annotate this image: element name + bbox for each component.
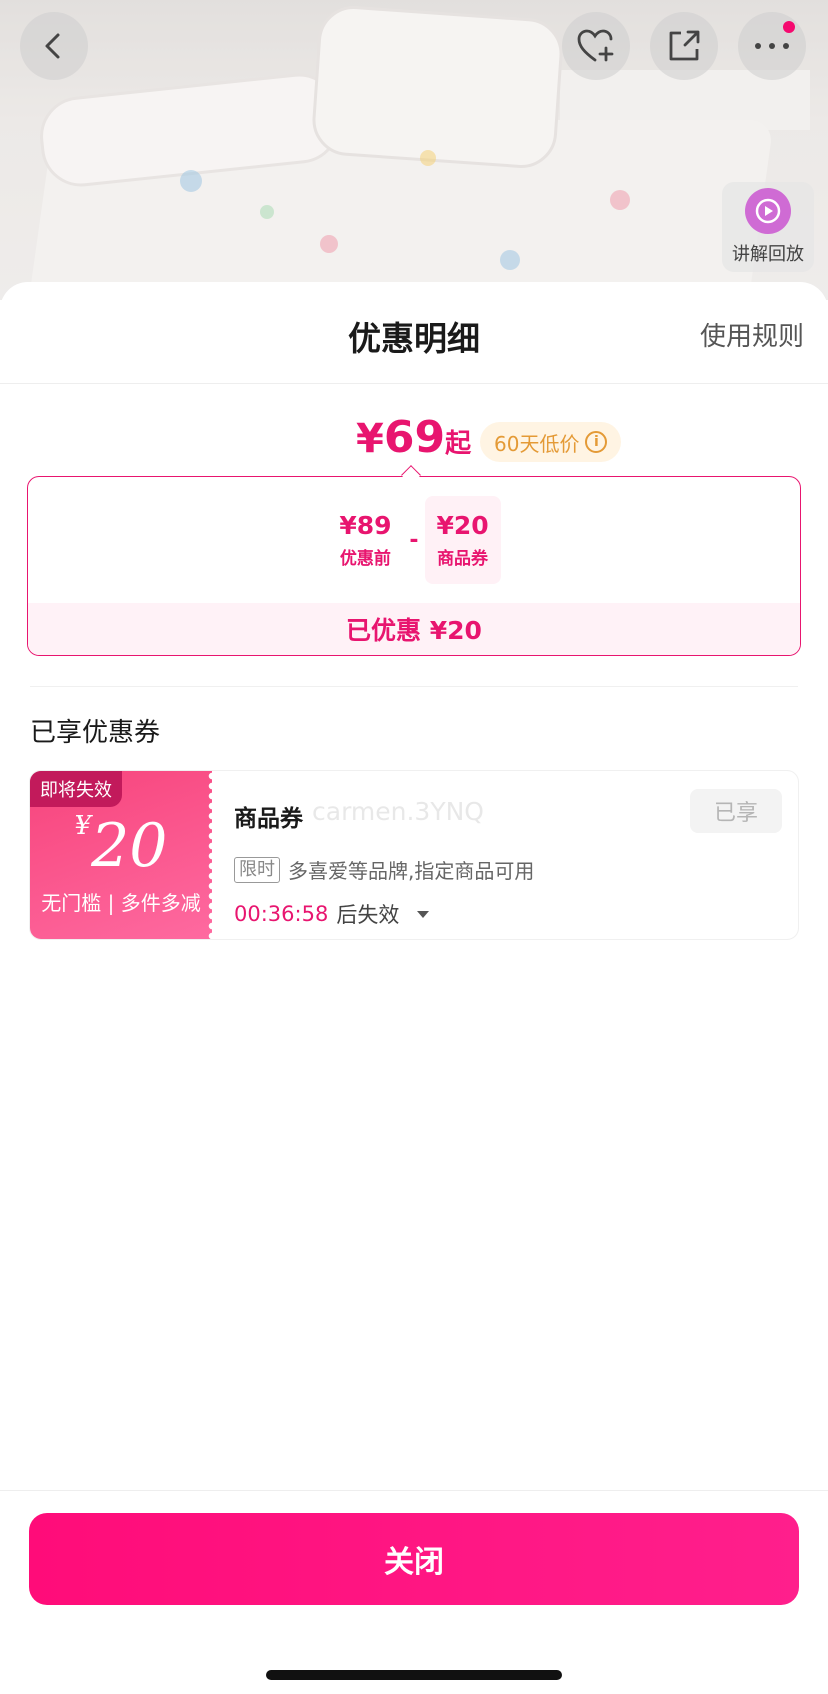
back-icon [45, 33, 60, 59]
close-button[interactable]: 关闭 [29, 1513, 799, 1605]
coupon-value-panel: 即将失效 ¥20 无门槛 | 多件多减 [30, 771, 217, 939]
discount-detail-sheet: 优惠明细 使用规则 ¥69起 60天低价 i ¥89 优惠前 - ¥20 商品券… [0, 282, 828, 1694]
limited-time-tag: 限时 [234, 856, 280, 883]
countdown-timer: 00:36:58 [234, 902, 329, 926]
applied-coupons-title: 已享优惠券 [30, 718, 161, 748]
coupon-scope: 限时 多喜爱等品牌,指定商品可用 [234, 855, 534, 884]
low-price-tag[interactable]: 60天低价 i [480, 422, 622, 462]
final-price-row: ¥69起 60天低价 i [0, 412, 828, 472]
price-calculation-box: ¥89 优惠前 - ¥20 商品券 已优惠 ¥20 [27, 476, 801, 656]
favorite-button[interactable] [562, 12, 630, 80]
final-price-currency: ¥ [356, 416, 384, 462]
coupon-info: 商品券 carmen.3YNQ 已享 限时 多喜爱等品牌,指定商品可用 00:3… [234, 771, 798, 939]
more-button[interactable] [738, 12, 806, 80]
coupon-card[interactable]: 即将失效 ¥20 无门槛 | 多件多减 商品券 carmen.3YNQ 已享 限… [29, 770, 799, 940]
watermark: carmen.3YNQ [312, 797, 484, 826]
favorite-plus-icon [577, 29, 614, 62]
expiring-soon-tag: 即将失效 [30, 771, 122, 807]
share-icon [669, 30, 700, 61]
coupon-value: 20 [91, 811, 168, 881]
original-price-amount: ¥89 [339, 511, 392, 540]
coupon-scope-text: 多喜爱等品牌,指定商品可用 [288, 859, 535, 883]
countdown-suffix: 后失效 [336, 903, 400, 927]
replay-icon [745, 188, 791, 234]
final-price: ¥69起 [356, 412, 471, 463]
original-price-item: ¥89 优惠前 [327, 496, 403, 584]
coupon-amount: ¥20 [30, 811, 212, 881]
final-price-suffix: 起 [445, 429, 472, 459]
home-indicator [266, 1670, 562, 1680]
share-button[interactable] [650, 12, 718, 80]
footer-divider [0, 1490, 828, 1491]
chevron-down-icon[interactable] [417, 910, 430, 918]
low-price-label: 60天低价 [494, 431, 580, 456]
more-icon [755, 43, 789, 49]
coupon-discount-label: 商品券 [437, 549, 489, 569]
usage-rules-link[interactable]: 使用规则 [700, 316, 804, 353]
coupon-status-button[interactable]: 已享 [690, 789, 782, 833]
original-price-label: 优惠前 [339, 549, 391, 569]
replay-button[interactable]: 讲解回放 [722, 182, 814, 272]
sheet-header: 优惠明细 使用规则 [0, 282, 828, 384]
coupon-condition: 无门槛 | 多件多减 [41, 891, 201, 915]
replay-label: 讲解回放 [732, 244, 804, 265]
coupon-discount-amount: ¥20 [436, 511, 489, 540]
back-button[interactable] [20, 12, 88, 80]
total-saved-bar: 已优惠 ¥20 [28, 603, 800, 655]
notification-dot [783, 21, 795, 33]
final-price-value: 69 [383, 412, 446, 463]
coupon-currency: ¥ [74, 811, 92, 841]
calculation-items: ¥89 优惠前 - ¥20 商品券 [28, 495, 800, 585]
coupon-discount-item: ¥20 商品券 [424, 496, 501, 584]
section-divider [30, 686, 798, 687]
minus-operator: - [409, 527, 419, 553]
coupon-name: 商品券 [234, 806, 303, 832]
info-icon: i [585, 431, 608, 453]
countdown-row[interactable]: 00:36:58 后失效 [234, 899, 430, 929]
